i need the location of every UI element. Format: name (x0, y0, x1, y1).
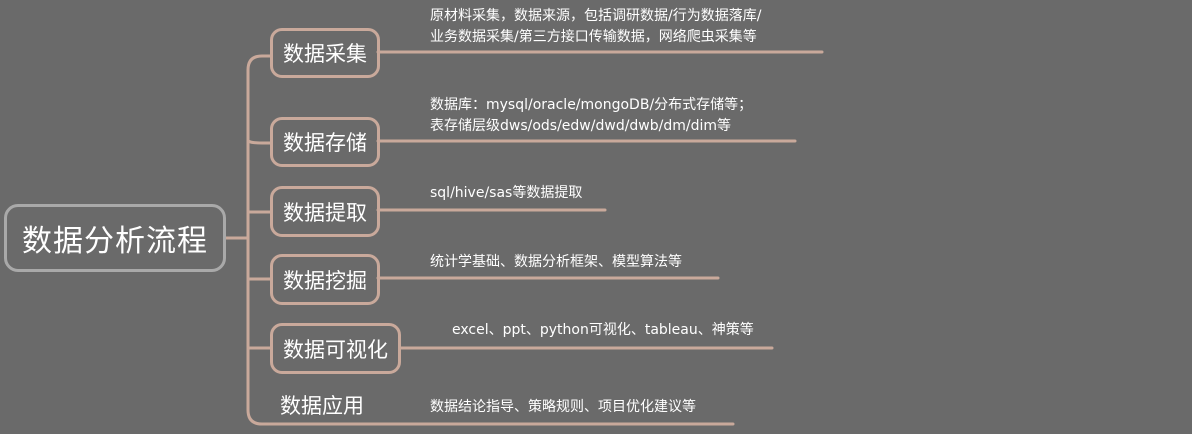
branch-data-extraction[interactable]: 数据提取 (270, 186, 380, 237)
desc-line: sql/hive/sas等数据提取 (430, 185, 583, 201)
root-label: 数据分析流程 (22, 224, 208, 259)
desc-line: 统计学基础、数据分析框架、模型算法等 (430, 254, 682, 270)
desc-line: 业务数据采集/第三方接口传输数据，网络爬虫采集等 (430, 29, 757, 45)
desc-line: excel、ppt、python可视化、tableau、神策等 (452, 322, 754, 338)
desc-line: 原材料采集，数据来源，包括调研数据/行为数据落库/ (430, 8, 762, 24)
branch-label: 数据提取 (283, 200, 367, 225)
branch-label: 数据存储 (283, 131, 367, 155)
branch-label: 数据采集 (283, 42, 367, 66)
branch-desc-data-application: 数据结论指导、策略规则、项目优化建议等 (430, 397, 696, 418)
branch-desc-data-extraction: sql/hive/sas等数据提取 (430, 183, 582, 204)
branch-desc-data-collection: 原材料采集，数据来源，包括调研数据/行为数据落库/ 业务数据采集/第三方接口传输… (430, 6, 761, 48)
branch-label: 数据可视化 (283, 337, 388, 362)
desc-line: 数据结论指导、策略规则、项目优化建议等 (430, 399, 696, 415)
branch-data-application[interactable]: 数据应用 (270, 388, 390, 422)
branch-desc-data-visualization: excel、ppt、python可视化、tableau、神策等 (452, 320, 754, 341)
branch-label: 数据挖掘 (283, 268, 367, 293)
branch-desc-data-storage: 数据库：mysql/oracle/mongoDB/分布式存储等； 表存储层级dw… (430, 95, 752, 137)
branch-data-visualization[interactable]: 数据可视化 (270, 323, 401, 374)
desc-line: 表存储层级dws/ods/edw/dwd/dwb/dm/dim等 (430, 118, 732, 134)
branch-desc-data-mining: 统计学基础、数据分析框架、模型算法等 (430, 252, 682, 273)
branch-data-collection[interactable]: 数据采集 (270, 28, 380, 78)
desc-line: 数据库：mysql/oracle/mongoDB/分布式存储等； (430, 97, 753, 113)
branch-data-storage[interactable]: 数据存储 (270, 117, 380, 167)
branch-data-mining[interactable]: 数据挖掘 (270, 254, 380, 305)
root-node[interactable]: 数据分析流程 (4, 204, 226, 272)
branch-label: 数据应用 (280, 394, 364, 418)
